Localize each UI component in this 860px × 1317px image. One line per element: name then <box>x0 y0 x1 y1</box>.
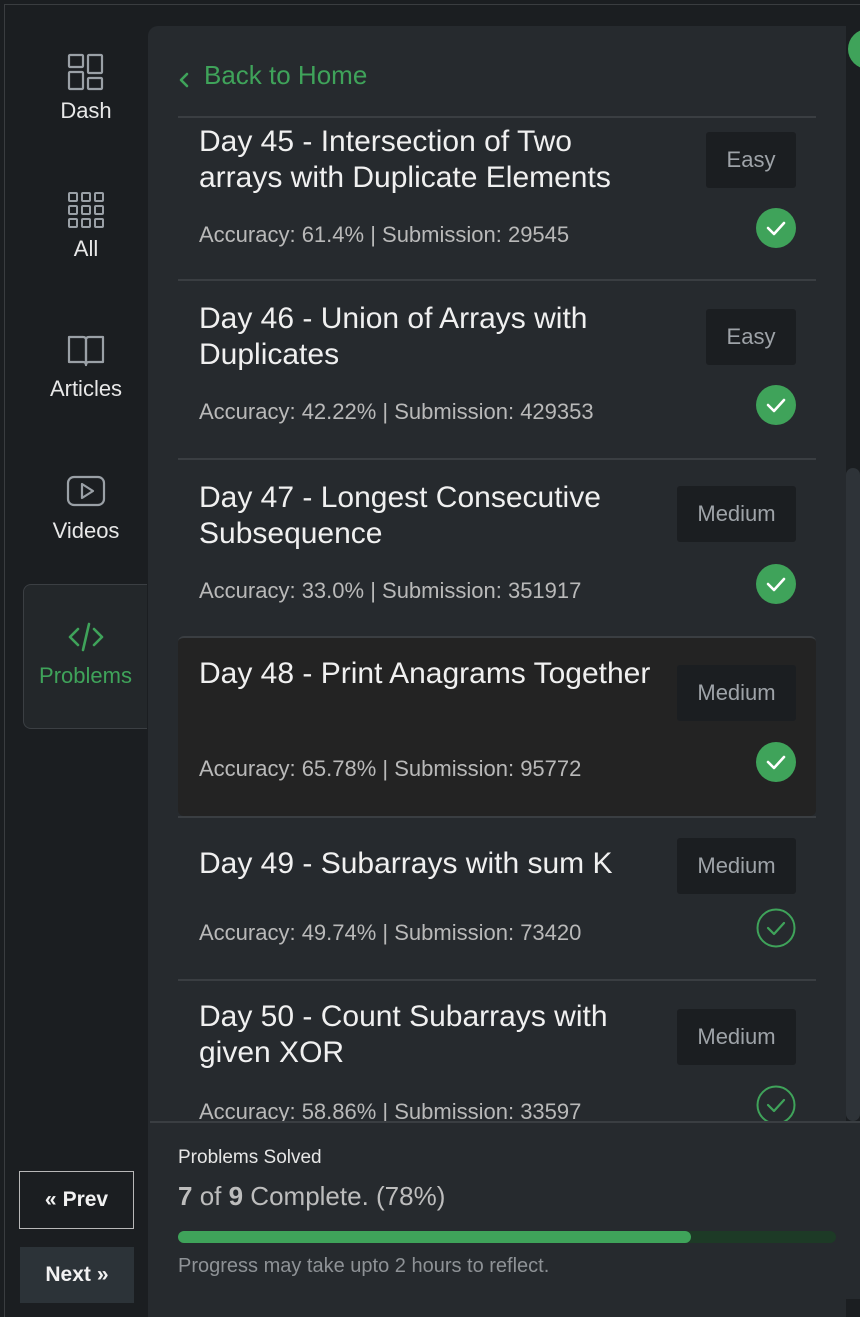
total-count: 9 <box>228 1181 244 1211</box>
play-icon <box>66 475 106 507</box>
double-chevron-left-icon: « <box>44 1188 57 1211</box>
problem-row[interactable]: Day 50 - Count Subarrays with given XOR … <box>178 979 816 1122</box>
problem-title[interactable]: Day 46 - Union of Arrays with Duplicates <box>199 301 659 373</box>
sidebar-item-label: Videos <box>52 518 120 543</box>
difficulty-badge: Medium <box>677 1009 796 1065</box>
complete-text: Complete. (78%) <box>243 1181 446 1211</box>
solved-check-icon <box>756 742 796 782</box>
problem-row-hovered[interactable]: Day 48 - Print Anagrams Together Accurac… <box>178 636 816 816</box>
solved-check-icon <box>756 564 796 604</box>
problem-title[interactable]: Day 45 - Intersection of Two arrays with… <box>199 124 659 196</box>
back-to-home-link[interactable]: Back to Home <box>178 60 367 91</box>
problem-meta: Accuracy: 65.78% | Submission: 95772 <box>199 756 582 781</box>
book-icon <box>67 335 105 367</box>
difficulty-badge: Easy <box>706 132 796 188</box>
problem-title[interactable]: Day 49 - Subarrays with sum K <box>199 846 659 882</box>
progress-count: 7 of 9 Complete. (78%) <box>178 1181 445 1212</box>
prev-label: Prev <box>62 1188 109 1211</box>
solved-check-icon <box>756 208 796 248</box>
problem-row[interactable]: Day 45 - Intersection of Two arrays with… <box>178 116 816 280</box>
unsolved-check-icon <box>756 908 796 948</box>
difficulty-badge: Easy <box>706 309 796 365</box>
prev-button[interactable]: « Prev <box>19 1171 134 1229</box>
problem-meta: Accuracy: 61.4% | Submission: 29545 <box>199 222 570 247</box>
sidebar: Dash All Articles Videos Problems « Prev… <box>0 0 148 1317</box>
code-icon <box>68 622 103 652</box>
problem-list: Day 45 - Intersection of Two arrays with… <box>178 116 816 1122</box>
problem-row[interactable]: Day 49 - Subarrays with sum K Accuracy: … <box>178 816 816 980</box>
problem-row[interactable]: Day 46 - Union of Arrays with Duplicates… <box>178 279 816 459</box>
chevron-left-icon <box>179 72 189 87</box>
solved-check-icon <box>756 385 796 425</box>
difficulty-badge: Medium <box>677 486 796 542</box>
double-chevron-right-icon: » <box>96 1263 109 1286</box>
dashboard-icon <box>67 53 104 91</box>
sidebar-item-label: All <box>73 236 99 261</box>
problem-meta: Accuracy: 33.0% | Submission: 351917 <box>199 578 582 603</box>
unsolved-check-icon <box>756 1085 796 1122</box>
sidebar-item-problems[interactable]: Problems <box>23 584 147 729</box>
problem-title[interactable]: Day 50 - Count Subarrays with given XOR <box>199 999 659 1071</box>
problem-title[interactable]: Day 48 - Print Anagrams Together <box>199 656 659 692</box>
problem-meta: Accuracy: 49.74% | Submission: 73420 <box>199 920 582 945</box>
back-label: Back to Home <box>204 60 368 90</box>
progress-label: Problems Solved <box>178 1147 322 1168</box>
sidebar-item-dash[interactable]: Dash <box>24 52 148 124</box>
problem-meta: Accuracy: 58.86% | Submission: 33597 <box>199 1099 582 1122</box>
progress-footer: Problems Solved 7 of 9 Complete. (78%) P… <box>150 1121 860 1299</box>
of-text: of <box>192 1181 229 1211</box>
sidebar-item-label: Articles <box>49 376 123 401</box>
progress-bar-fill <box>178 1231 692 1243</box>
next-label: Next <box>45 1263 91 1286</box>
progress-note: Progress may take upto 2 hours to reflec… <box>178 1255 550 1277</box>
problem-title[interactable]: Day 47 - Longest Consecutive Subsequence <box>199 480 659 552</box>
scrollbar-thumb[interactable] <box>846 468 860 1121</box>
solved-count: 7 <box>178 1181 193 1211</box>
avatar[interactable] <box>846 28 860 70</box>
difficulty-badge: Medium <box>677 838 796 894</box>
sidebar-item-label: Problems <box>39 663 132 688</box>
sidebar-item-all[interactable]: All <box>24 190 148 262</box>
sidebar-item-videos[interactable]: Videos <box>24 472 148 544</box>
difficulty-badge: Medium <box>677 665 796 721</box>
sidebar-item-articles[interactable]: Articles <box>24 330 148 402</box>
problem-row[interactable]: Day 47 - Longest Consecutive Subsequence… <box>178 458 816 636</box>
progress-bar <box>178 1231 836 1243</box>
problem-meta: Accuracy: 42.22% | Submission: 429353 <box>199 399 594 424</box>
grid-icon <box>68 192 104 228</box>
sidebar-item-label: Dash <box>60 98 112 123</box>
next-button[interactable]: Next » <box>20 1247 134 1303</box>
